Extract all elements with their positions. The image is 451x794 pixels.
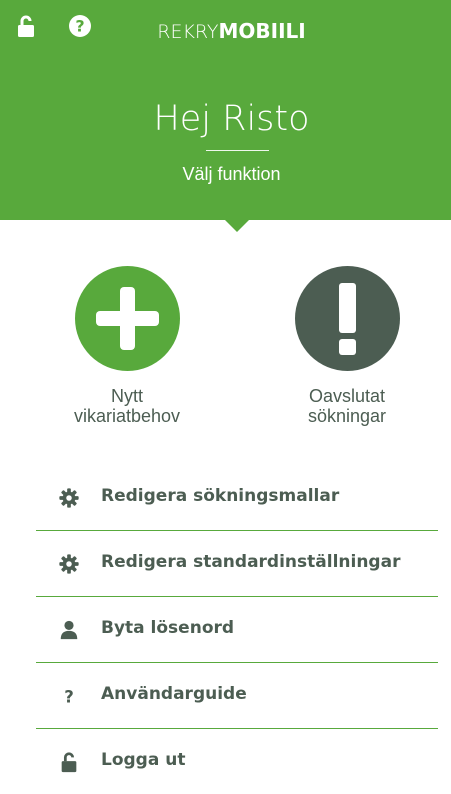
greeting-title: Hej Risto xyxy=(153,99,310,139)
menu-item-logout[interactable]: Logga ut xyxy=(36,729,438,794)
page-subtitle: Välj funktion xyxy=(182,164,281,184)
gear-icon xyxy=(58,487,80,509)
new-substitute-need-label-line1: Nytt xyxy=(110,386,143,406)
svg-text:?: ? xyxy=(64,687,74,706)
new-substitute-need-label: Nytt vikariatbehov xyxy=(27,386,227,426)
unfinished-searches-label: Oavslutat sökningar xyxy=(247,386,447,426)
unlock-icon xyxy=(58,751,80,773)
settings-menu: Redigera sökningsmallar Redigera standar… xyxy=(36,465,438,794)
logo-text-bold: MOBIILI xyxy=(218,19,306,43)
unfinished-searches-label-line2: sökningar xyxy=(307,406,387,426)
menu-item-change-password[interactable]: Byta lösenord xyxy=(36,597,438,663)
gear-icon xyxy=(58,553,80,575)
menu-item-label: Logga ut xyxy=(101,750,186,770)
exclamation-icon[interactable] xyxy=(294,266,400,371)
unfinished-searches-label-line1: Oavslutat xyxy=(308,386,386,406)
header-divider xyxy=(206,150,269,151)
header-notch xyxy=(225,220,249,232)
new-substitute-need-label-line2: vikariatbehov xyxy=(73,406,181,426)
question-icon: ? xyxy=(58,685,80,707)
menu-item-edit-search-templates[interactable]: Redigera sökningsmallar xyxy=(36,465,438,531)
plus-icon[interactable] xyxy=(74,266,180,371)
menu-item-label: Byta lösenord xyxy=(101,618,235,638)
menu-item-edit-default-settings[interactable]: Redigera standardinställningar xyxy=(36,531,438,597)
user-icon xyxy=(58,619,80,641)
app-logo: REKRYMOBIILI xyxy=(0,20,451,43)
unfinished-searches-button[interactable]: Oavslutat sökningar xyxy=(247,266,447,426)
menu-item-label: Användarguide xyxy=(101,684,247,704)
new-substitute-need-button[interactable]: Nytt vikariatbehov xyxy=(27,266,227,426)
app-header: ? REKRYMOBIILI Hej Risto Välj funktion xyxy=(0,0,451,220)
logo-text-light: REKRY xyxy=(157,21,219,43)
menu-item-label: Redigera sökningsmallar xyxy=(101,486,340,506)
menu-item-user-guide[interactable]: ? Användarguide xyxy=(36,663,438,729)
menu-item-label: Redigera standardinställningar xyxy=(101,552,401,572)
